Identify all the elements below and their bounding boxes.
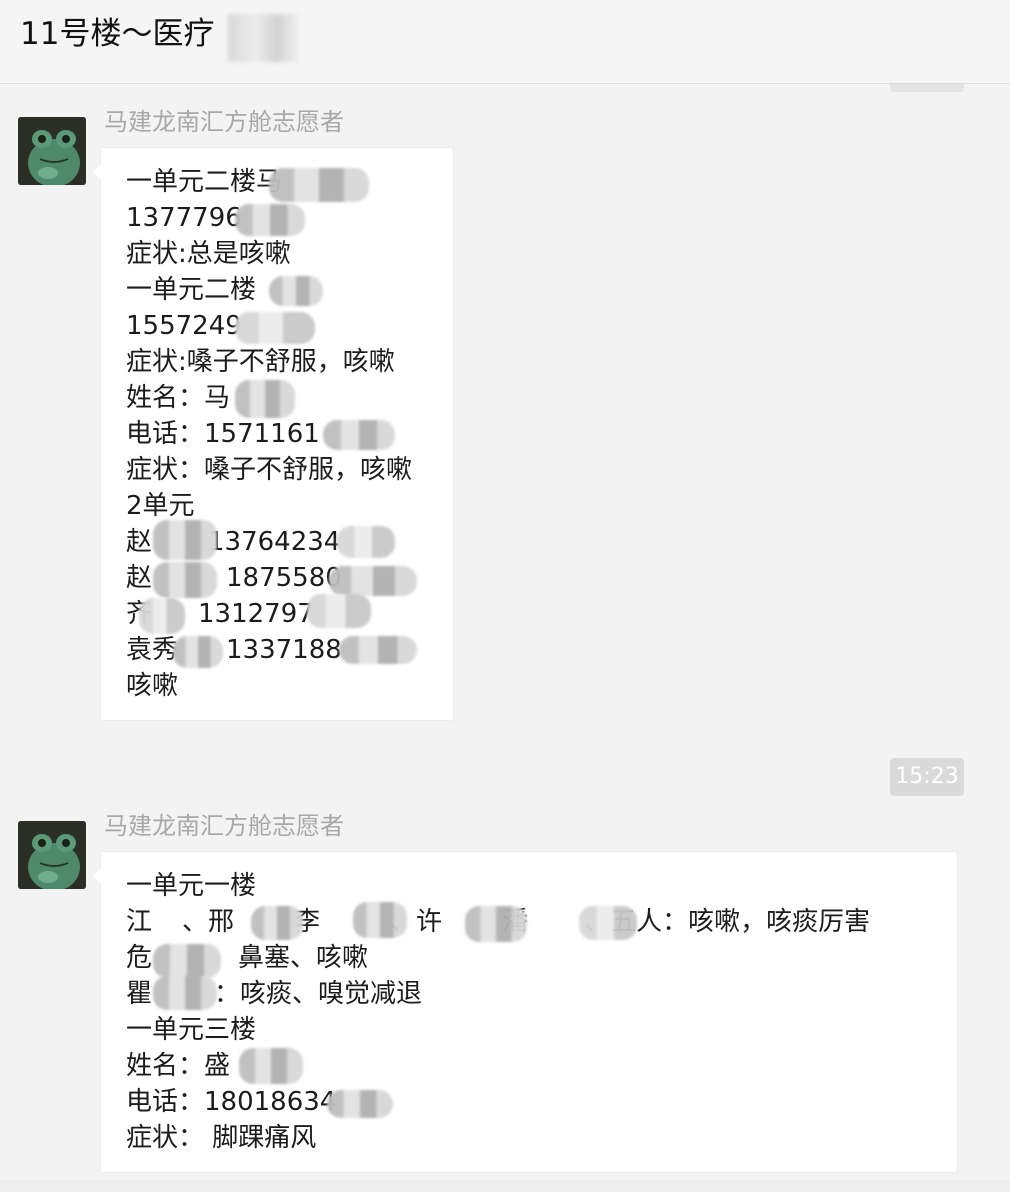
- message-line: 电话：18018634: [126, 1087, 337, 1117]
- message-bubble[interactable]: 一单元二楼马 1377796 症状:总是咳嗽 一单元二楼 1557249 症状:…: [93, 147, 454, 721]
- resident-name: 赵: [126, 563, 153, 593]
- redaction-mosaic: [579, 906, 637, 940]
- redaction-mosaic: [251, 906, 303, 940]
- message-bubble[interactable]: 一单元一楼 江、邢李、许潘、五人：咳嗽，咳痰厉害 危鼻塞、咳嗽 瞿：咳痰、嗅觉减…: [93, 851, 958, 1173]
- chat-title: 11号楼～医疗: [20, 16, 215, 52]
- redaction-mosaic: [139, 598, 185, 634]
- frog-avatar-icon: [18, 821, 86, 889]
- resident-name: 危: [126, 943, 153, 973]
- redaction-mosaic: [153, 944, 221, 978]
- redaction-mosaic: [153, 562, 217, 598]
- message-line: 电话：1571161: [126, 419, 320, 449]
- redaction-mosaic: [337, 526, 395, 558]
- redaction-mosaic: [353, 902, 407, 938]
- resident-phone: 1337188: [226, 635, 342, 665]
- resident-name: 江: [126, 907, 153, 937]
- message-line: 症状:嗓子不舒服，咳嗽: [126, 347, 395, 377]
- redaction-mosaic: [235, 204, 305, 236]
- redaction-mosaic: [235, 312, 315, 344]
- redaction-mosaic: [173, 636, 223, 668]
- redaction-mosaic: [235, 380, 295, 418]
- frog-avatar-icon: [18, 117, 86, 185]
- redaction-mosaic: [465, 906, 527, 942]
- message-line: 咳嗽: [126, 671, 179, 701]
- redaction-mosaic: [329, 566, 417, 596]
- redaction-mosaic: [307, 594, 371, 628]
- resident-name: 瞿: [126, 979, 153, 1009]
- redaction-mosaic: [269, 168, 369, 202]
- message-line: 一单元二楼: [126, 275, 257, 305]
- message-line: 症状:总是咳嗽: [126, 239, 291, 269]
- resident-phone: 1875580: [226, 563, 342, 593]
- redaction-mosaic: [153, 520, 217, 560]
- previous-time-chip: [890, 84, 964, 92]
- resident-phone: 13764234: [208, 527, 341, 557]
- message-line: 一单元二楼马: [126, 167, 283, 197]
- message-line: 一单元三楼: [126, 1015, 257, 1045]
- redaction-mosaic: [228, 14, 298, 62]
- message-line: 症状：嗓子不舒服，咳嗽: [126, 455, 413, 485]
- message-line: 姓名：盛: [126, 1051, 231, 1081]
- message-line: 1377796: [126, 203, 242, 233]
- sender-avatar[interactable]: [18, 117, 86, 185]
- message-line: 一单元一楼: [126, 871, 257, 901]
- bottom-edge: [0, 1180, 1010, 1192]
- redaction-mosaic: [269, 276, 323, 306]
- sender-avatar[interactable]: [18, 821, 86, 889]
- redaction-mosaic: [323, 420, 395, 450]
- sender-name: 马建龙南汇方舱志愿者: [104, 812, 344, 840]
- message-line: 袁秀 1337188: [126, 632, 342, 668]
- message-line: 1557249: [126, 311, 242, 341]
- chat-header: 11号楼～医疗: [0, 0, 1010, 84]
- message-line: 症状： 脚踝痛风: [126, 1123, 317, 1153]
- resident-name: 赵: [126, 527, 153, 557]
- resident-name: 袁秀: [126, 635, 179, 665]
- sender-name: 马建龙南汇方舱志愿者: [104, 108, 344, 136]
- message-line: 姓名：马: [126, 383, 231, 413]
- redaction-mosaic: [327, 1090, 393, 1118]
- resident-phone: 1312797: [198, 599, 314, 629]
- redaction-mosaic: [153, 976, 217, 1010]
- time-divider: 15:23: [890, 758, 964, 796]
- redaction-mosaic: [239, 1048, 303, 1084]
- redaction-mosaic: [339, 636, 417, 664]
- message-line: 2单元: [126, 491, 195, 521]
